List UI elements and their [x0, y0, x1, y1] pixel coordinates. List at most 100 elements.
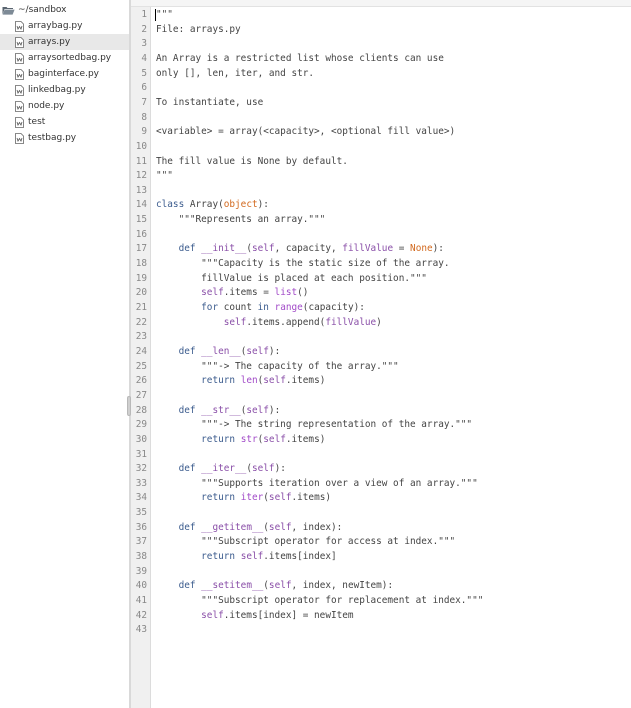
- python-file-icon: [15, 84, 24, 96]
- line-number: 4: [141, 52, 147, 64]
- python-file-icon: [15, 116, 24, 128]
- code-line[interactable]: self.items.append(fillValue): [156, 316, 382, 331]
- line-number: 35: [135, 507, 147, 519]
- file-item[interactable]: baginterface.py: [0, 66, 129, 82]
- code-line[interactable]: """Supports iteration over a view of an …: [156, 477, 478, 492]
- line-number: 17: [135, 243, 147, 255]
- code-line[interactable]: """: [156, 169, 173, 184]
- python-file-icon: [15, 68, 24, 80]
- file-item[interactable]: linkedbag.py: [0, 82, 129, 98]
- code-line[interactable]: To instantiate, use: [156, 96, 263, 111]
- open-folder-icon: [2, 6, 15, 15]
- code-line[interactable]: File: arrays.py: [156, 23, 241, 38]
- code-editor[interactable]: 1 2 3 4 5 6 7 8 9 10 11 12 13 14 15 16 17 18 19 20 21 22 23 24 2…: [131, 0, 631, 708]
- code-line[interactable]: return self.items[index]: [156, 550, 336, 565]
- python-file-icon: [15, 52, 24, 64]
- code-line[interactable]: def __len__(self):: [156, 345, 281, 360]
- line-number: 2: [141, 23, 147, 35]
- line-number: 9: [141, 126, 147, 138]
- file-name: baginterface.py: [28, 69, 99, 79]
- python-file-icon: [15, 100, 24, 112]
- code-line[interactable]: """: [156, 8, 173, 23]
- file-name: arrays.py: [28, 37, 71, 47]
- line-number: 31: [135, 448, 147, 460]
- line-number: 34: [135, 492, 147, 504]
- code-line[interactable]: The fill value is None by default.: [156, 155, 348, 170]
- code-line[interactable]: def __iter__(self):: [156, 462, 286, 477]
- folder-sandbox[interactable]: ~/sandbox: [2, 3, 66, 17]
- code-line[interactable]: def __str__(self):: [156, 404, 281, 419]
- line-number: 6: [141, 82, 147, 94]
- code-line[interactable]: """Represents an array.""": [156, 213, 326, 228]
- line-number: 41: [135, 595, 147, 606]
- file-name: arraysortedbag.py: [28, 53, 112, 63]
- code-line[interactable]: return len(self.items): [156, 374, 325, 389]
- line-number: 29: [135, 419, 147, 431]
- code-line[interactable]: for count in range(capacity):: [156, 301, 365, 316]
- line-number: 10: [135, 140, 147, 152]
- code-line[interactable]: """-> The string representation of the a…: [156, 418, 472, 433]
- file-item[interactable]: arraybag.py: [0, 18, 129, 34]
- line-number: 3: [141, 38, 147, 50]
- code-line[interactable]: def __getitem__(self, index):: [156, 521, 343, 536]
- line-number: 30: [135, 433, 147, 445]
- line-number: 16: [135, 228, 147, 240]
- file-name: linkedbag.py: [28, 85, 86, 95]
- code-line[interactable]: """Subscript operator for access at inde…: [156, 535, 455, 550]
- file-name: arraybag.py: [28, 21, 83, 31]
- line-number: 43: [135, 624, 147, 636]
- line-number: 40: [135, 580, 147, 592]
- line-number: 22: [135, 316, 147, 328]
- line-number: 15: [135, 214, 147, 226]
- line-number: 27: [135, 389, 147, 401]
- editor-top-border: [131, 0, 631, 7]
- line-number: 33: [135, 477, 147, 489]
- line-number: 12: [135, 170, 147, 182]
- text-cursor: [155, 9, 156, 21]
- line-number: 8: [141, 111, 147, 123]
- line-number: 37: [135, 536, 147, 548]
- code-line[interactable]: def __init__(self, capacity, fillValue =…: [156, 242, 444, 257]
- line-number: 23: [135, 331, 147, 343]
- code-line[interactable]: fillValue is placed at each position.""": [156, 272, 427, 287]
- file-name: testbag.py: [28, 133, 77, 143]
- file-item[interactable]: testbag.py: [0, 130, 129, 146]
- file-tree-sidebar: ~/sandbox arraybag.py arrays.py arraysorte…: [0, 0, 129, 708]
- code-line[interactable]: class Array(object):: [156, 198, 269, 213]
- code-line[interactable]: """Subscript operator for replacement at…: [156, 594, 483, 609]
- python-file-icon: [15, 132, 24, 144]
- code-line[interactable]: An Array is a restricted list whose clie…: [156, 52, 444, 67]
- file-item[interactable]: arrays.py: [0, 34, 129, 50]
- line-number: 24: [135, 345, 147, 357]
- line-number: 18: [135, 258, 147, 270]
- line-number: 19: [135, 272, 147, 284]
- file-name: test: [28, 117, 46, 127]
- line-number: 38: [135, 551, 147, 563]
- line-number: 32: [135, 463, 147, 475]
- code-line[interactable]: """Capacity is the static size of the ar…: [156, 257, 449, 272]
- code-line[interactable]: self.items[index] = newItem: [156, 609, 353, 624]
- code-line[interactable]: """-> The capacity of the array.""": [156, 360, 399, 375]
- line-number: 26: [135, 375, 147, 387]
- code-line[interactable]: return iter(self.items): [156, 491, 331, 506]
- python-file-icon: [15, 36, 24, 48]
- file-item[interactable]: arraysortedbag.py: [0, 50, 129, 66]
- line-number: 36: [135, 521, 147, 533]
- code-line[interactable]: def __setitem__(self, index, newItem):: [156, 579, 394, 594]
- python-file-icon: [15, 20, 24, 32]
- code-area[interactable]: """ File: arrays.py An Array is a restrict…: [156, 7, 631, 708]
- line-number-gutter: 1 2 3 4 5 6 7 8 9 10 11 12 13 14 15 16 17 18 19 20 21 22 23 24 2…: [131, 7, 151, 708]
- code-line[interactable]: only [], len, iter, and str.: [156, 67, 314, 82]
- line-number: 21: [135, 302, 147, 313]
- code-line[interactable]: self.items = list(): [156, 286, 308, 301]
- file-item[interactable]: node.py: [0, 98, 129, 114]
- line-number: 25: [135, 360, 147, 372]
- line-number: 20: [135, 287, 147, 299]
- code-line[interactable]: return str(self.items): [156, 433, 325, 448]
- line-number: 28: [135, 404, 147, 416]
- line-number: 7: [141, 96, 147, 108]
- file-name: node.py: [28, 101, 65, 111]
- file-item[interactable]: test: [0, 114, 129, 130]
- line-number: 39: [135, 565, 147, 577]
- code-line[interactable]: <variable> = array(<capacity>, <optional…: [156, 125, 455, 140]
